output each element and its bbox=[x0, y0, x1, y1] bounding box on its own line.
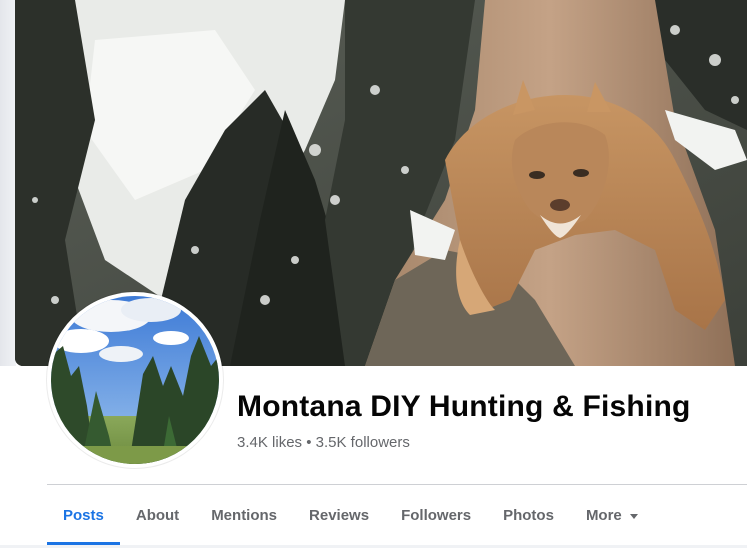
page-tabs: Posts About Mentions Reviews Followers P… bbox=[47, 485, 654, 545]
tab-label: More bbox=[585, 506, 622, 524]
tab-label: Reviews bbox=[309, 506, 370, 524]
stats-separator: • bbox=[306, 434, 312, 451]
tab-label: Photos bbox=[503, 506, 554, 524]
page-title: Montana DIY Hunting & Fishing bbox=[237, 390, 691, 423]
tab-more[interactable]: More bbox=[570, 485, 654, 545]
tab-label: Posts bbox=[63, 506, 104, 524]
likes-count[interactable]: 3.4K likes bbox=[237, 434, 302, 451]
tab-photos[interactable]: Photos bbox=[487, 485, 570, 545]
page-stats: 3.4K likes • 3.5K followers bbox=[237, 434, 410, 451]
tab-label: About bbox=[135, 506, 180, 524]
followers-count[interactable]: 3.5K followers bbox=[316, 434, 410, 451]
tab-label: Mentions bbox=[211, 506, 278, 524]
profile-picture[interactable] bbox=[47, 292, 223, 468]
profile-photo-image bbox=[51, 296, 219, 464]
tab-posts[interactable]: Posts bbox=[47, 485, 120, 545]
caret-down-icon bbox=[629, 513, 638, 519]
tab-followers[interactable]: Followers bbox=[385, 485, 487, 545]
tab-label: Followers bbox=[401, 506, 472, 524]
page-gutter bbox=[0, 0, 16, 366]
tab-about[interactable]: About bbox=[120, 485, 195, 545]
tab-reviews[interactable]: Reviews bbox=[293, 485, 385, 545]
tab-mentions[interactable]: Mentions bbox=[195, 485, 293, 545]
